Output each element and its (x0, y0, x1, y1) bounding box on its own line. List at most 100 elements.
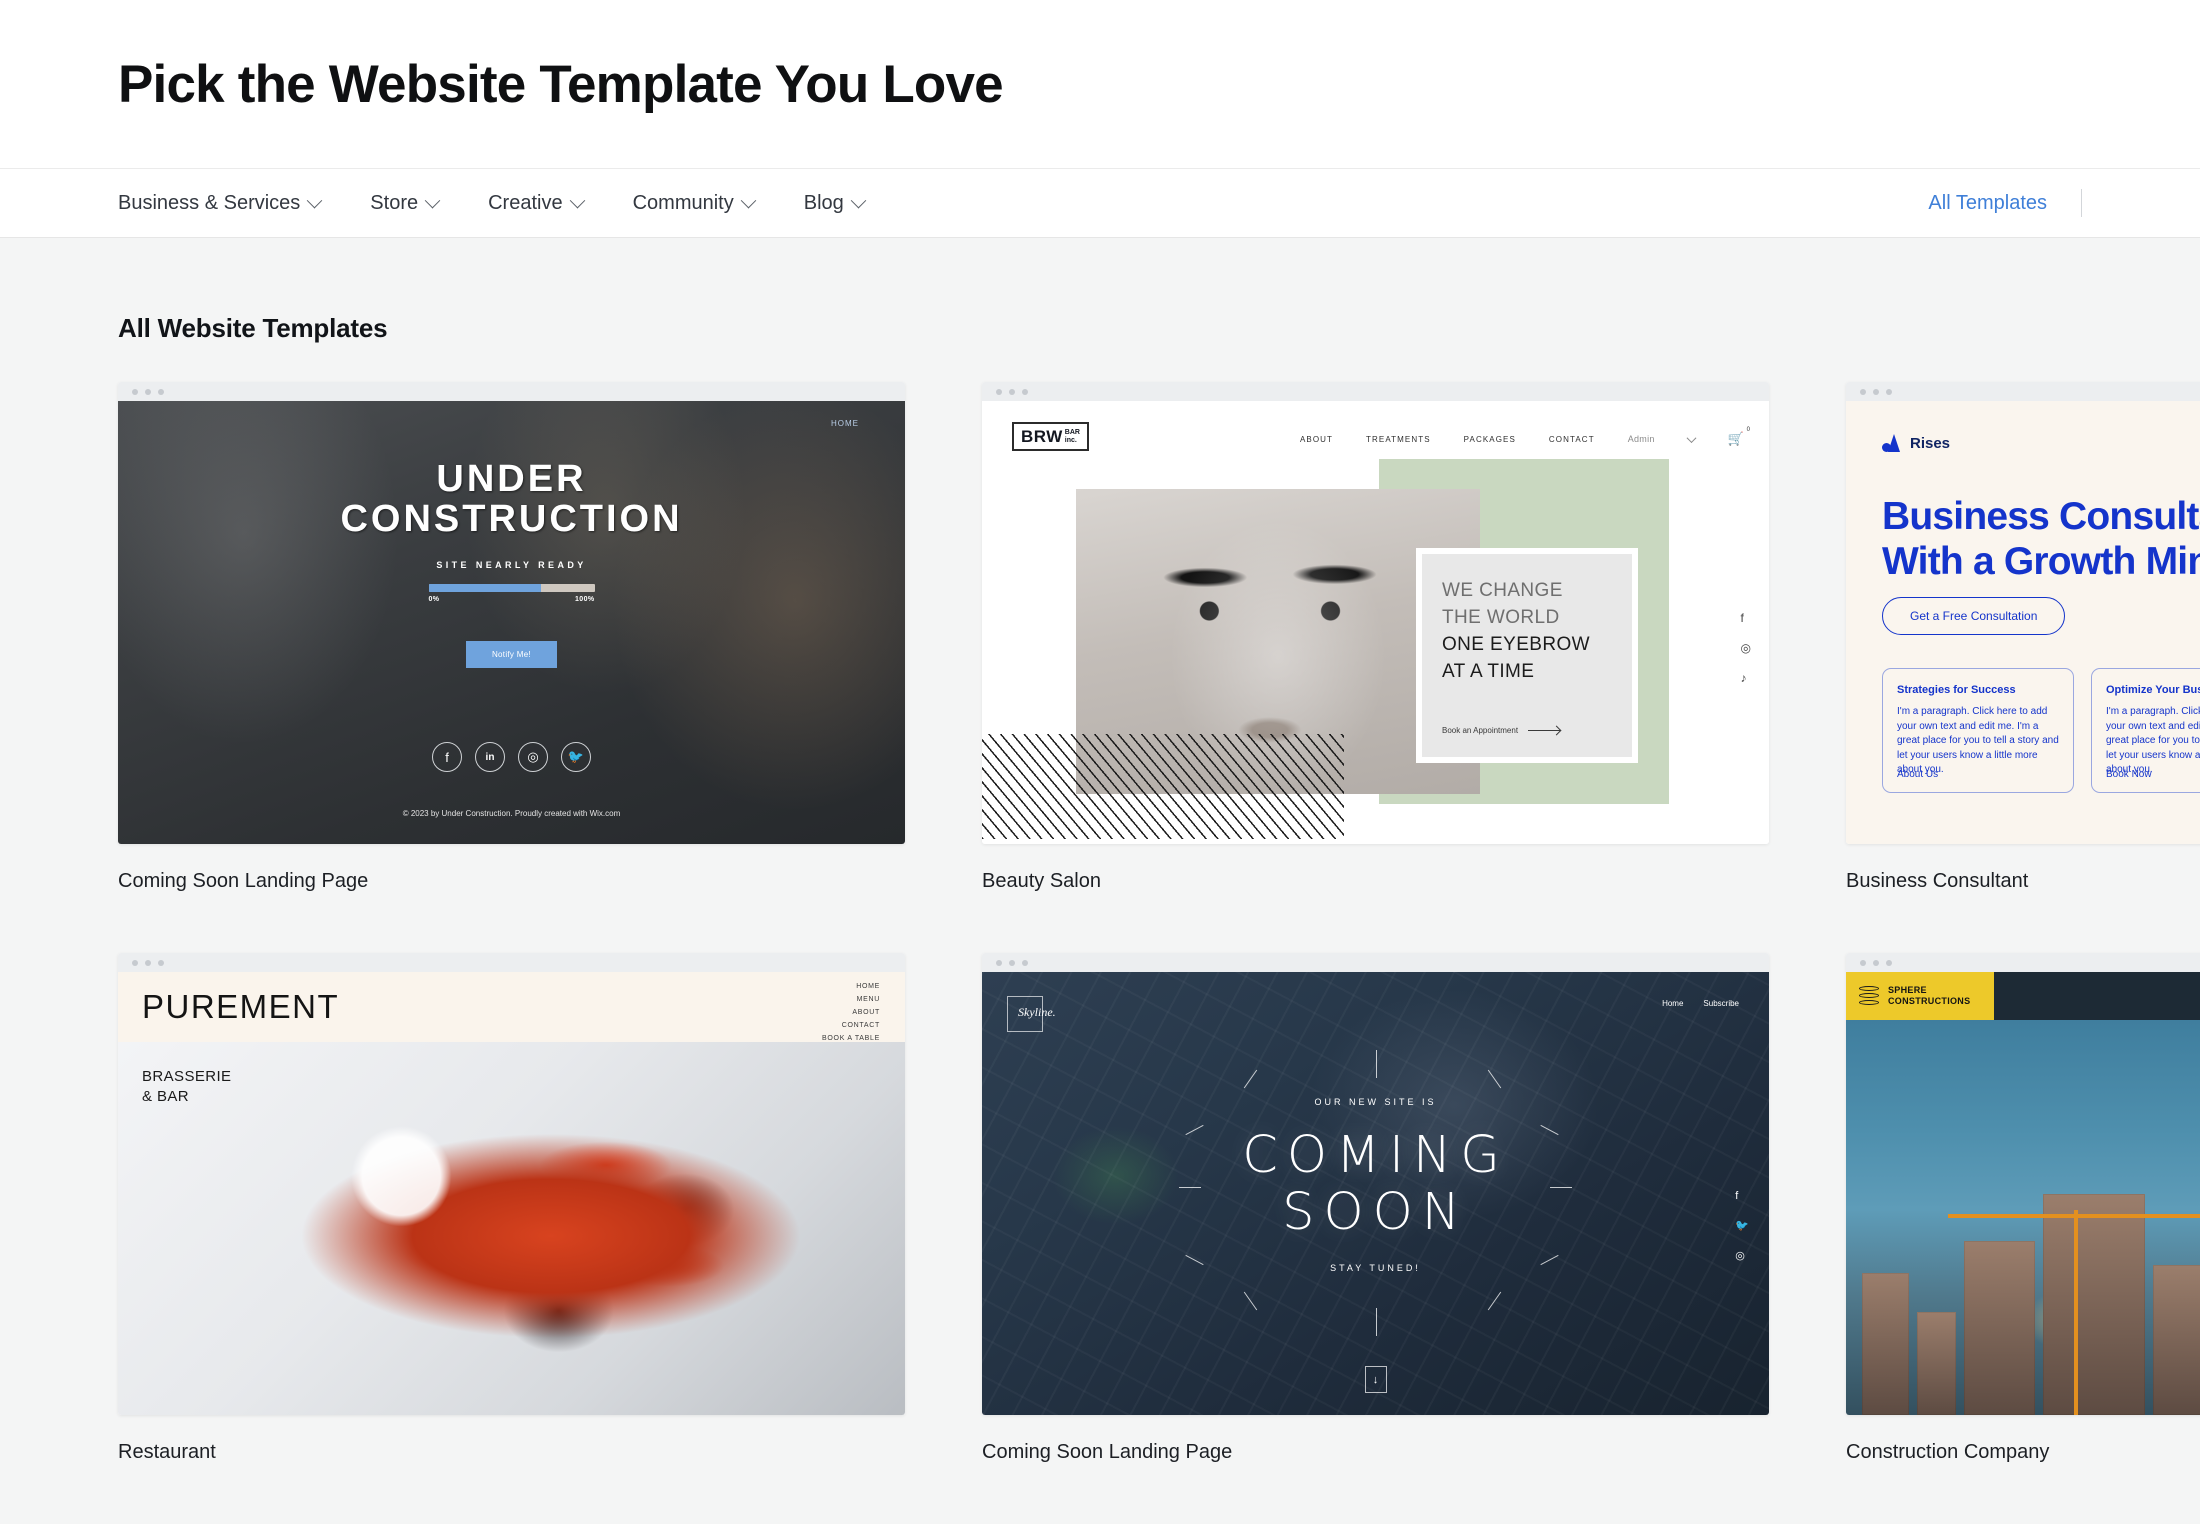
preview-feature-card: Strategies for Success I'm a paragraph. … (1882, 668, 2074, 793)
progress-bar (428, 583, 595, 592)
nav-divider (2081, 189, 2082, 217)
preview-viewport: PUREMENT HOME MENU ABOUT CONTACT BOOK A … (118, 972, 905, 1415)
preview-subtitle: SITE NEARLY READY (436, 559, 587, 570)
window-dot-icon (1873, 959, 1879, 966)
nav-item-store[interactable]: Store (370, 191, 441, 215)
building (2152, 1264, 2200, 1415)
building (1861, 1272, 1909, 1415)
all-templates-link[interactable]: All Templates (1928, 192, 2047, 215)
preview-hero: OUR NEW SITE IS COMING SOON STAY TUNED! (982, 1097, 1769, 1273)
instagram-icon: ◎ (518, 742, 548, 772)
nav-item-label: Creative (488, 191, 563, 214)
preview-logo: Skyline. (1018, 1005, 1056, 1019)
preview-feature-cards: Strategies for Success I'm a paragraph. … (1882, 668, 2200, 793)
template-card[interactable]: BRW BAR inc. ABOUT TREATMENTS PACKAGES C… (982, 382, 1769, 953)
preview-headline-l4: AT A TIME (1442, 660, 1535, 682)
preview-viewport: SPHERE CONSTRUCTIONS LEADERS CONSTRU INF… (1846, 972, 2200, 1415)
preview-nav-book-a-table: BOOK A TABLE (822, 1034, 880, 1042)
template-card[interactable]: Rises Business Consultants With a Growth… (1846, 382, 2200, 953)
preview-heading-line2: CONSTRUCTION (340, 498, 683, 541)
window-dot-icon (132, 388, 138, 395)
preview-heading-l2: SOON (1282, 1183, 1469, 1243)
window-dot-icon (1886, 959, 1892, 966)
preview-book-appointment: Book an Appointment (1442, 726, 1561, 735)
feature-card-body: I'm a paragraph. Click here to add your … (2106, 706, 2200, 775)
preview-headline-l1: WE CHANGE (1442, 580, 1563, 601)
preview-logo-text: SPHERE CONSTRUCTIONS (1888, 985, 1970, 1008)
template-thumbnail-construction-company[interactable]: SPHERE CONSTRUCTIONS LEADERS CONSTRU INF… (1846, 953, 2200, 1415)
preview-feature-card: Optimize Your Business I'm a paragraph. … (2091, 668, 2200, 793)
template-thumbnail-beauty-salon[interactable]: BRW BAR inc. ABOUT TREATMENTS PACKAGES C… (982, 382, 1769, 844)
template-card[interactable]: Skyline. Home Subscribe OUR NEW SITE IS … (982, 953, 1769, 1524)
preview-tagline-l2: & BAR (142, 1088, 190, 1106)
preview-admin-label: Admin (1627, 434, 1655, 444)
window-dot-icon (158, 388, 164, 395)
preview-heading-line1: UNDER (436, 458, 587, 500)
window-dot-icon (1009, 388, 1015, 395)
preview-brand: Rises (1882, 434, 1950, 452)
template-card[interactable]: PUREMENT HOME MENU ABOUT CONTACT BOOK A … (118, 953, 905, 1524)
browser-titlebar (982, 953, 1769, 972)
preview-social-links: f 🐦 ◎ (1735, 1190, 1749, 1262)
browser-titlebar (1846, 382, 2200, 401)
nav-item-creative[interactable]: Creative (488, 191, 585, 215)
preview-headline-panel: WE CHANGE THE WORLD ONE EYEBROW AT A TIM… (1416, 548, 1638, 763)
template-card-label: Coming Soon Landing Page (982, 1441, 1233, 1463)
preview-logo-sub1: BAR (1064, 428, 1080, 436)
preview-food-photo (118, 1042, 905, 1415)
decor-tick (1375, 1308, 1377, 1336)
preview-post-text: STAY TUNED! (1330, 1263, 1421, 1274)
preview-headline-l2: THE WORLD (1442, 606, 1560, 628)
preview-logo-sub: BAR inc. (1065, 429, 1080, 445)
preview-hatch-pattern (982, 734, 1344, 839)
linkedin-icon: in (475, 742, 505, 772)
building (1916, 1312, 1957, 1415)
preview-brand-name: Rises (1910, 434, 1951, 452)
progress-end-label: 100% (574, 595, 595, 603)
template-thumbnail-business-consultant[interactable]: Rises Business Consultants With a Growth… (1846, 382, 2200, 844)
window-dot-icon (1860, 388, 1866, 395)
twitter-icon: 🐦 (1735, 1220, 1749, 1232)
preview-nav-packages: PACKAGES (1463, 434, 1516, 444)
template-card[interactable]: HOME UNDER CONSTRUCTION SITE NEARLY READ… (118, 382, 905, 953)
preview-heading-l1: COMING (1242, 1126, 1509, 1185)
feature-card-link: About Us (1897, 769, 1939, 780)
preview-book-label: Book an Appointment (1442, 726, 1519, 735)
preview-city-photo (1846, 1020, 2200, 1415)
instagram-icon: ◎ (1735, 1250, 1745, 1262)
nav-item-blog[interactable]: Blog (804, 192, 867, 215)
preview-nav-subscribe: Subscribe (1703, 999, 1739, 1008)
template-thumbnail-restaurant[interactable]: PUREMENT HOME MENU ABOUT CONTACT BOOK A … (118, 953, 905, 1415)
template-card-label: Restaurant (118, 1441, 216, 1463)
page-title: Pick the Website Template You Love (118, 54, 1004, 114)
section-title: All Website Templates (118, 313, 388, 343)
crane-mast-icon (2074, 1209, 2079, 1415)
preview-pre-text: OUR NEW SITE IS (1314, 1097, 1437, 1107)
nav-item-community[interactable]: Community (632, 191, 757, 215)
tiktok-icon: ♪ (1740, 671, 1747, 685)
feature-card-title: Optimize Your Business (2106, 684, 2200, 696)
preview-nav-treatments: TREATMENTS (1366, 434, 1431, 444)
category-nav-bar: Business & Services Store Creative Commu… (0, 168, 2200, 238)
preview-nav-home: Home (1662, 999, 1684, 1008)
preview-nav-contact: CONTACT (841, 1021, 880, 1029)
decor-tick (1243, 1291, 1257, 1311)
cart-count: 0 (1746, 427, 1751, 433)
preview-nav: Home Subscribe (1662, 999, 1739, 1008)
preview-heading: UNDER CONSTRUCTION (340, 459, 682, 540)
nav-item-label: Community (632, 191, 734, 214)
template-thumbnail-coming-soon-skyline[interactable]: Skyline. Home Subscribe OUR NEW SITE IS … (982, 953, 1769, 1415)
twitter-icon: 🐦 (561, 742, 591, 772)
nav-item-label: Store (370, 191, 419, 214)
preview-cta-button: Get a Free Consultation (1882, 597, 2066, 635)
window-dot-icon (132, 959, 138, 966)
template-thumbnail-coming-soon-construction[interactable]: HOME UNDER CONSTRUCTION SITE NEARLY READ… (118, 382, 905, 844)
crane-jib-icon (1948, 1213, 2200, 1218)
preview-nav-home: HOME (831, 419, 859, 428)
browser-titlebar (118, 953, 905, 972)
chevron-down-icon (1686, 432, 1697, 443)
template-card[interactable]: SPHERE CONSTRUCTIONS LEADERS CONSTRU INF… (1846, 953, 2200, 1524)
preview-headline-l3: ONE EYEBROW (1442, 633, 1590, 655)
chevron-down-icon (569, 192, 585, 208)
nav-item-business-services[interactable]: Business & Services (118, 192, 323, 215)
